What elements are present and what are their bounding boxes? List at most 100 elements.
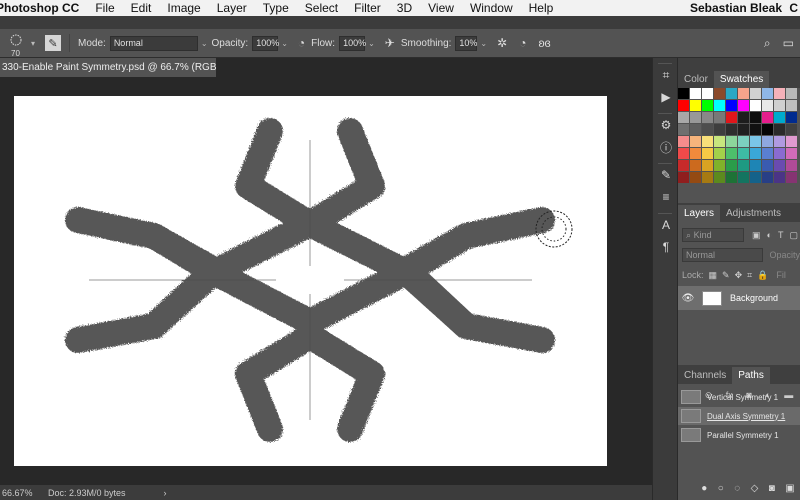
lock-transparent-icon[interactable]: ▦ xyxy=(709,270,718,281)
swatch[interactable] xyxy=(726,112,737,123)
swatch[interactable] xyxy=(750,124,761,135)
swatch[interactable] xyxy=(738,136,749,147)
swatch[interactable] xyxy=(726,160,737,171)
load-selection-icon[interactable]: ◌ xyxy=(734,483,740,494)
swatch[interactable] xyxy=(726,172,737,183)
swatch[interactable] xyxy=(690,88,701,99)
document-tab[interactable]: 330-Enable Paint Symmetry.psd @ 66.7% (R… xyxy=(0,58,216,77)
search-icon[interactable]: ⌕ xyxy=(764,36,771,51)
character-icon[interactable]: A xyxy=(653,214,679,236)
swatch[interactable] xyxy=(714,124,725,135)
swatch[interactable] xyxy=(726,88,737,99)
swatch[interactable] xyxy=(702,136,713,147)
kind-filter[interactable]: ⌕ Kind xyxy=(682,228,744,242)
swatch[interactable] xyxy=(738,88,749,99)
swatch[interactable] xyxy=(726,124,737,135)
tab-paths[interactable]: Paths xyxy=(732,367,770,384)
swatch[interactable] xyxy=(774,88,785,99)
menu-help[interactable]: Help xyxy=(521,1,562,15)
swatch[interactable] xyxy=(690,112,701,123)
mode-select[interactable]: Normal xyxy=(109,35,198,51)
swatch[interactable] xyxy=(714,148,725,159)
airbrush-icon[interactable]: ✈ xyxy=(385,36,395,50)
swatch[interactable] xyxy=(786,124,797,135)
info-icon[interactable]: ⓘ xyxy=(653,136,679,158)
swatch[interactable] xyxy=(690,160,701,171)
swatch[interactable] xyxy=(750,148,761,159)
menu-file[interactable]: File xyxy=(87,1,122,15)
chevron-down-icon[interactable]: ⌄ xyxy=(201,39,208,48)
document-canvas[interactable] xyxy=(14,96,607,466)
swatch[interactable] xyxy=(690,148,701,159)
swatch[interactable] xyxy=(678,160,689,171)
brush-preset-picker[interactable]: 70 xyxy=(5,32,27,58)
tab-adjustments[interactable]: Adjustments xyxy=(720,205,787,222)
blend-mode-select[interactable]: Normal xyxy=(682,248,764,262)
swatch[interactable] xyxy=(786,112,797,123)
lock-artboard-icon[interactable]: ⌗ xyxy=(747,270,752,281)
swatch[interactable] xyxy=(738,100,749,111)
swatch[interactable] xyxy=(714,100,725,111)
swatch[interactable] xyxy=(714,136,725,147)
make-path-icon[interactable]: ◇ xyxy=(751,483,759,494)
zoom-level[interactable]: 66.67% xyxy=(0,488,42,498)
swatch[interactable] xyxy=(774,124,785,135)
adjust-sliders-icon[interactable]: ≡ xyxy=(653,186,679,208)
brush-panel-icon[interactable]: ✎ xyxy=(45,35,62,51)
swatch[interactable] xyxy=(738,160,749,171)
swatch[interactable] xyxy=(750,136,761,147)
chevron-down-icon[interactable]: ⌄ xyxy=(281,39,288,48)
swatch[interactable] xyxy=(774,160,785,171)
swatch[interactable] xyxy=(714,172,725,183)
swatch[interactable] xyxy=(690,100,701,111)
swatch[interactable] xyxy=(774,172,785,183)
smoothing-field[interactable]: 10% xyxy=(455,35,477,51)
properties-icon[interactable]: ⚙ xyxy=(653,114,679,136)
swatch[interactable] xyxy=(786,160,797,171)
swatch[interactable] xyxy=(726,100,737,111)
layer-row-background[interactable]: 👁 Background xyxy=(678,286,800,310)
tab-color[interactable]: Color xyxy=(678,71,714,88)
swatch[interactable] xyxy=(714,160,725,171)
pressure-opacity-icon[interactable]: ◔ xyxy=(298,36,305,50)
swatch[interactable] xyxy=(690,124,701,135)
swatch[interactable] xyxy=(738,124,749,135)
lock-paint-icon[interactable]: ✎ xyxy=(722,270,730,281)
tab-swatches[interactable]: Swatches xyxy=(713,71,770,88)
menu-window[interactable]: Window xyxy=(462,1,521,15)
doc-info[interactable]: Doc: 2.93M/0 bytes xyxy=(48,488,126,498)
swatch[interactable] xyxy=(774,112,785,123)
status-menu-arrow[interactable]: › xyxy=(164,488,167,498)
app-menu[interactable]: Photoshop CC xyxy=(0,1,87,15)
swatch[interactable] xyxy=(726,136,737,147)
swatch[interactable] xyxy=(678,148,689,159)
swatch[interactable] xyxy=(678,172,689,183)
filter-shape-icon[interactable]: ▢ xyxy=(789,230,798,241)
swatch[interactable] xyxy=(750,112,761,123)
swatch[interactable] xyxy=(702,112,713,123)
menubar-cut-item[interactable]: C xyxy=(789,1,798,15)
swatch[interactable] xyxy=(738,172,749,183)
swatch[interactable] xyxy=(750,100,761,111)
swatch[interactable] xyxy=(702,172,713,183)
filter-adjust-icon[interactable]: ◐ xyxy=(767,230,772,240)
menu-image[interactable]: Image xyxy=(159,1,208,15)
swatch[interactable] xyxy=(786,172,797,183)
swatch[interactable] xyxy=(702,88,713,99)
opacity-field[interactable]: 100% xyxy=(252,35,279,51)
chevron-down-icon[interactable]: ⌄ xyxy=(368,39,375,48)
swatch[interactable] xyxy=(690,172,701,183)
new-path-icon[interactable]: ▣ xyxy=(785,483,794,494)
swatch[interactable] xyxy=(678,112,689,123)
eye-icon[interactable]: 👁 xyxy=(678,293,698,304)
tab-channels[interactable]: Channels xyxy=(678,367,732,384)
flow-field[interactable]: 100% xyxy=(339,35,366,51)
swatch[interactable] xyxy=(750,88,761,99)
menu-3d[interactable]: 3D xyxy=(389,1,420,15)
menu-edit[interactable]: Edit xyxy=(123,1,160,15)
swatch[interactable] xyxy=(726,148,737,159)
play-action-icon[interactable]: ▶ xyxy=(653,86,679,108)
swatch[interactable] xyxy=(774,100,785,111)
swatch[interactable] xyxy=(786,88,797,99)
menu-filter[interactable]: Filter xyxy=(346,1,389,15)
